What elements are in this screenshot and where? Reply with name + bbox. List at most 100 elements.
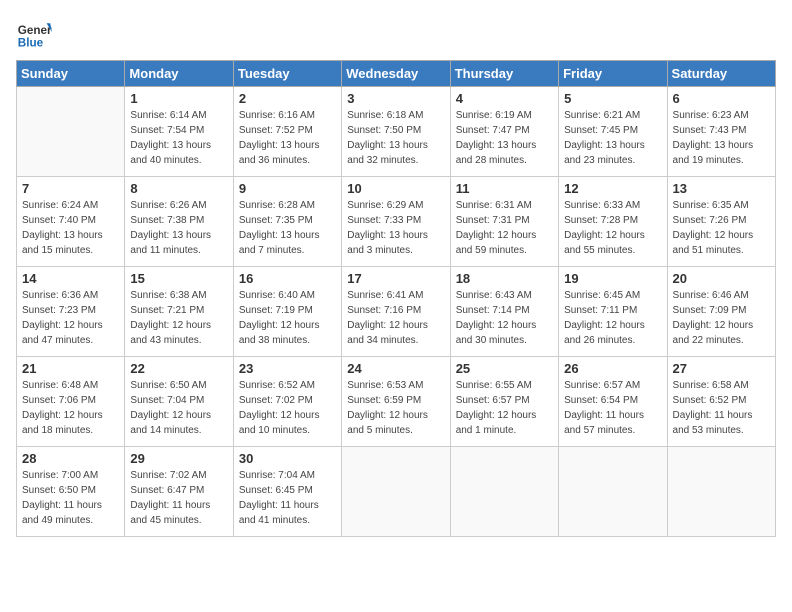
calendar-cell: 2 Sunrise: 6:16 AM Sunset: 7:52 PM Daylig… xyxy=(233,87,341,177)
day-info: Sunrise: 6:21 AM Sunset: 7:45 PM Dayligh… xyxy=(564,108,661,168)
day-number: 21 xyxy=(22,361,119,376)
day-header-thursday: Thursday xyxy=(450,61,558,87)
day-number: 14 xyxy=(22,271,119,286)
calendar-cell: 30 Sunrise: 7:04 AM Sunset: 6:45 PM Dayli… xyxy=(233,447,341,537)
day-info: Sunrise: 6:52 AM Sunset: 7:02 PM Dayligh… xyxy=(239,378,336,438)
day-number: 29 xyxy=(130,451,227,466)
day-info: Sunrise: 6:57 AM Sunset: 6:54 PM Dayligh… xyxy=(564,378,661,438)
day-number: 11 xyxy=(456,181,553,196)
day-number: 24 xyxy=(347,361,444,376)
day-header-wednesday: Wednesday xyxy=(342,61,450,87)
calendar-cell: 4 Sunrise: 6:19 AM Sunset: 7:47 PM Daylig… xyxy=(450,87,558,177)
calendar-cell: 19Sunrise: 6:45 AM Sunset: 7:11 PM Dayli… xyxy=(559,267,667,357)
calendar-table: SundayMondayTuesdayWednesdayThursdayFrid… xyxy=(16,60,776,537)
day-header-friday: Friday xyxy=(559,61,667,87)
day-number: 7 xyxy=(22,181,119,196)
calendar-cell xyxy=(667,447,775,537)
day-info: Sunrise: 6:45 AM Sunset: 7:11 PM Dayligh… xyxy=(564,288,661,348)
calendar-cell: 12 Sunrise: 6:33 AM Sunset: 7:28 PM Dayli… xyxy=(559,177,667,267)
day-info: Sunrise: 7:04 AM Sunset: 6:45 PM Dayligh… xyxy=(239,468,336,528)
calendar-cell: 28 Sunrise: 7:00 AM Sunset: 6:50 PM Dayli… xyxy=(17,447,125,537)
calendar-cell: 11 Sunrise: 6:31 AM Sunset: 7:31 PM Dayli… xyxy=(450,177,558,267)
day-number: 25 xyxy=(456,361,553,376)
day-info: Sunrise: 6:36 AM Sunset: 7:23 PM Dayligh… xyxy=(22,288,119,348)
day-number: 6 xyxy=(673,91,770,106)
calendar-cell: 8 Sunrise: 6:26 AM Sunset: 7:38 PM Daylig… xyxy=(125,177,233,267)
day-info: Sunrise: 6:23 AM Sunset: 7:43 PM Dayligh… xyxy=(673,108,770,168)
week-row-5: 28 Sunrise: 7:00 AM Sunset: 6:50 PM Dayli… xyxy=(17,447,776,537)
day-number: 30 xyxy=(239,451,336,466)
day-number: 2 xyxy=(239,91,336,106)
calendar-cell xyxy=(17,87,125,177)
day-info: Sunrise: 6:16 AM Sunset: 7:52 PM Dayligh… xyxy=(239,108,336,168)
day-number: 4 xyxy=(456,91,553,106)
calendar-cell: 15Sunrise: 6:38 AM Sunset: 7:21 PM Dayli… xyxy=(125,267,233,357)
day-number: 10 xyxy=(347,181,444,196)
day-number: 12 xyxy=(564,181,661,196)
calendar-cell: 6 Sunrise: 6:23 AM Sunset: 7:43 PM Daylig… xyxy=(667,87,775,177)
day-info: Sunrise: 6:33 AM Sunset: 7:28 PM Dayligh… xyxy=(564,198,661,258)
day-header-tuesday: Tuesday xyxy=(233,61,341,87)
calendar-cell: 18 Sunrise: 6:43 AM Sunset: 7:14 PM Dayli… xyxy=(450,267,558,357)
day-info: Sunrise: 6:18 AM Sunset: 7:50 PM Dayligh… xyxy=(347,108,444,168)
calendar-cell: 7 Sunrise: 6:24 AM Sunset: 7:40 PM Daylig… xyxy=(17,177,125,267)
calendar-cell: 26 Sunrise: 6:57 AM Sunset: 6:54 PM Dayli… xyxy=(559,357,667,447)
day-number: 9 xyxy=(239,181,336,196)
calendar-cell: 21 Sunrise: 6:48 AM Sunset: 7:06 PM Dayli… xyxy=(17,357,125,447)
day-header-sunday: Sunday xyxy=(17,61,125,87)
day-info: Sunrise: 6:24 AM Sunset: 7:40 PM Dayligh… xyxy=(22,198,119,258)
day-info: Sunrise: 6:55 AM Sunset: 6:57 PM Dayligh… xyxy=(456,378,553,438)
day-number: 1 xyxy=(130,91,227,106)
calendar-cell: 10 Sunrise: 6:29 AM Sunset: 7:33 PM Dayli… xyxy=(342,177,450,267)
day-number: 16 xyxy=(239,271,336,286)
day-number: 17 xyxy=(347,271,444,286)
calendar-cell: 5 Sunrise: 6:21 AM Sunset: 7:45 PM Daylig… xyxy=(559,87,667,177)
day-info: Sunrise: 6:53 AM Sunset: 6:59 PM Dayligh… xyxy=(347,378,444,438)
calendar-cell: 20Sunrise: 6:46 AM Sunset: 7:09 PM Dayli… xyxy=(667,267,775,357)
day-info: Sunrise: 6:29 AM Sunset: 7:33 PM Dayligh… xyxy=(347,198,444,258)
calendar-cell: 23 Sunrise: 6:52 AM Sunset: 7:02 PM Dayli… xyxy=(233,357,341,447)
day-info: Sunrise: 7:00 AM Sunset: 6:50 PM Dayligh… xyxy=(22,468,119,528)
day-info: Sunrise: 6:48 AM Sunset: 7:06 PM Dayligh… xyxy=(22,378,119,438)
calendar-cell: 14 Sunrise: 6:36 AM Sunset: 7:23 PM Dayli… xyxy=(17,267,125,357)
calendar-cell: 13Sunrise: 6:35 AM Sunset: 7:26 PM Dayli… xyxy=(667,177,775,267)
svg-text:Blue: Blue xyxy=(18,37,44,50)
calendar-cell xyxy=(450,447,558,537)
day-info: Sunrise: 6:26 AM Sunset: 7:38 PM Dayligh… xyxy=(130,198,227,258)
day-header-saturday: Saturday xyxy=(667,61,775,87)
logo: General Blue xyxy=(16,16,52,52)
svg-text:General: General xyxy=(18,24,52,37)
logo-icon: General Blue xyxy=(16,16,52,52)
day-info: Sunrise: 6:50 AM Sunset: 7:04 PM Dayligh… xyxy=(130,378,227,438)
day-number: 15 xyxy=(130,271,227,286)
week-row-2: 7 Sunrise: 6:24 AM Sunset: 7:40 PM Daylig… xyxy=(17,177,776,267)
day-info: Sunrise: 6:58 AM Sunset: 6:52 PM Dayligh… xyxy=(673,378,770,438)
week-row-1: 1Sunrise: 6:14 AM Sunset: 7:54 PM Daylig… xyxy=(17,87,776,177)
day-number: 18 xyxy=(456,271,553,286)
calendar-cell: 24 Sunrise: 6:53 AM Sunset: 6:59 PM Dayli… xyxy=(342,357,450,447)
page-header: General Blue xyxy=(16,16,776,52)
calendar-cell: 1Sunrise: 6:14 AM Sunset: 7:54 PM Daylig… xyxy=(125,87,233,177)
calendar-cell: 27 Sunrise: 6:58 AM Sunset: 6:52 PM Dayli… xyxy=(667,357,775,447)
calendar-cell xyxy=(559,447,667,537)
day-info: Sunrise: 6:43 AM Sunset: 7:14 PM Dayligh… xyxy=(456,288,553,348)
day-number: 28 xyxy=(22,451,119,466)
day-header-monday: Monday xyxy=(125,61,233,87)
day-info: Sunrise: 6:41 AM Sunset: 7:16 PM Dayligh… xyxy=(347,288,444,348)
day-number: 27 xyxy=(673,361,770,376)
day-info: Sunrise: 6:31 AM Sunset: 7:31 PM Dayligh… xyxy=(456,198,553,258)
calendar-cell: 3 Sunrise: 6:18 AM Sunset: 7:50 PM Daylig… xyxy=(342,87,450,177)
day-number: 8 xyxy=(130,181,227,196)
calendar-cell xyxy=(342,447,450,537)
day-number: 23 xyxy=(239,361,336,376)
calendar-cell: 22 Sunrise: 6:50 AM Sunset: 7:04 PM Dayli… xyxy=(125,357,233,447)
day-info: Sunrise: 6:19 AM Sunset: 7:47 PM Dayligh… xyxy=(456,108,553,168)
day-number: 26 xyxy=(564,361,661,376)
day-number: 13 xyxy=(673,181,770,196)
day-number: 3 xyxy=(347,91,444,106)
day-number: 22 xyxy=(130,361,227,376)
calendar-cell: 25 Sunrise: 6:55 AM Sunset: 6:57 PM Dayli… xyxy=(450,357,558,447)
day-number: 5 xyxy=(564,91,661,106)
header-row: SundayMondayTuesdayWednesdayThursdayFrid… xyxy=(17,61,776,87)
day-number: 20 xyxy=(673,271,770,286)
